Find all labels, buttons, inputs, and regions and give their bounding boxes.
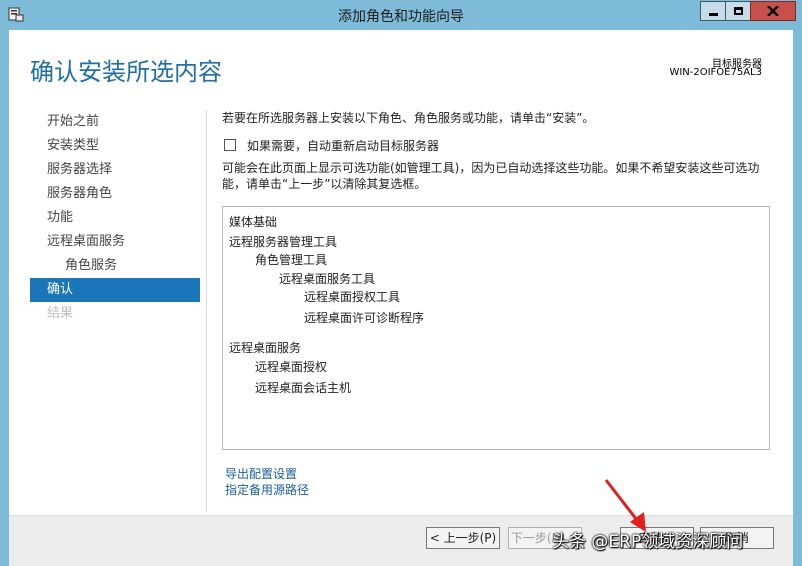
export-config-link[interactable]: 导出配置设置 (225, 465, 297, 482)
feature-item: 角色管理工具 (255, 253, 328, 267)
feature-item: 远程桌面服务 (229, 341, 302, 355)
feature-item: 远程桌面会话主机 (255, 381, 352, 395)
nav-item-confirmation[interactable]: 确认 (30, 278, 200, 302)
feature-list: 媒体基础 远程服务器管理工具 角色管理工具 远程桌面服务工具 远程桌面授权工具 … (222, 206, 770, 450)
nav-item-installation-type[interactable]: 安装类型 (30, 134, 200, 158)
feature-item: 远程桌面授权工具 (304, 290, 401, 304)
window-title: 添加角色和功能向导 (338, 9, 464, 25)
alternate-source-link[interactable]: 指定备用源路径 (225, 481, 309, 498)
page-title: 确认安装所选内容 (30, 58, 222, 86)
feature-item: 远程桌面许可诊断程序 (304, 311, 425, 325)
minimize-icon (708, 12, 718, 16)
window-frame-right (793, 30, 802, 566)
close-button[interactable] (750, 1, 796, 21)
nav-item-server-roles[interactable]: 服务器角色 (30, 182, 200, 206)
restart-checkbox[interactable] (224, 139, 236, 151)
feature-item: 远程服务器管理工具 (229, 235, 338, 249)
feature-item: 远程桌面授权 (255, 360, 328, 374)
nav-item-server-selection[interactable]: 服务器选择 (30, 158, 200, 182)
window-controls (700, 1, 796, 21)
wizard-nav: 开始之前 安装类型 服务器选择 服务器角色 功能 远程桌面服务 角色服务 确认 … (30, 110, 200, 326)
title-bar[interactable]: 添加角色和功能向导 (0, 0, 802, 30)
target-server-name: WIN-2OIFOE75AL3 (669, 67, 762, 78)
intro-text: 若要在所选服务器上安装以下角色、角色服务或功能，请单击“安装”。 (222, 111, 595, 125)
restart-checkbox-label[interactable]: 如果需要，自动重新启动目标服务器 (247, 137, 439, 154)
nav-item-results: 结果 (47, 306, 74, 321)
minimize-button[interactable] (700, 1, 726, 21)
nav-item-before-you-begin[interactable]: 开始之前 (30, 110, 200, 134)
nav-item-features[interactable]: 功能 (30, 206, 200, 230)
nav-divider (206, 110, 207, 512)
maximize-button[interactable] (725, 1, 751, 21)
feature-item: 媒体基础 (229, 215, 278, 229)
nav-item-remote-desktop-services[interactable]: 远程桌面服务 (30, 230, 200, 254)
feature-item: 远程桌面服务工具 (279, 272, 376, 286)
nav-item-role-services[interactable]: 角色服务 (30, 254, 200, 278)
close-icon (767, 6, 779, 16)
optional-features-note: 可能会在此页面上显示可选功能(如管理工具)，因为已自动选择这些功能。如果不希望安… (222, 161, 760, 191)
previous-button[interactable]: < 上一步(P) (426, 527, 500, 549)
watermark: 头条 @ERP领域资深顾问 (552, 532, 744, 552)
maximize-icon (733, 7, 743, 15)
window-frame-left (0, 30, 9, 566)
